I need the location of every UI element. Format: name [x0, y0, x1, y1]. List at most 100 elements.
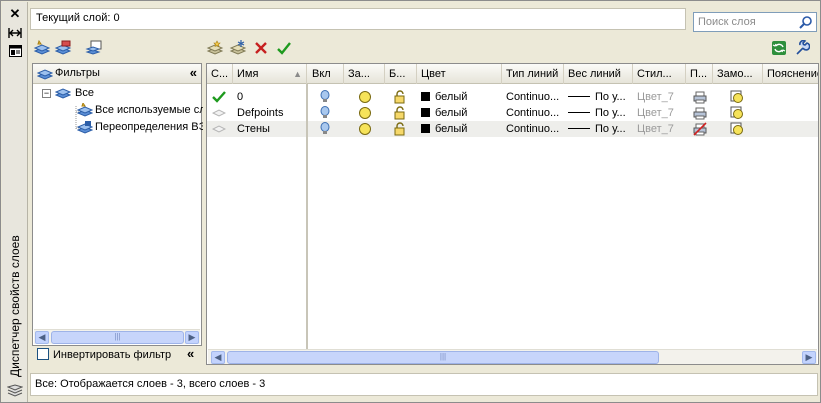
unlock-icon[interactable]	[393, 105, 409, 121]
tree-expander-icon[interactable]: −	[42, 89, 51, 98]
filter-tree-header: Фильтры «	[33, 64, 201, 84]
layer-linetype[interactable]: Continuo...	[506, 121, 562, 137]
scroll-left-icon[interactable]: ◀	[35, 331, 49, 344]
layer-name[interactable]: 0	[237, 89, 305, 105]
collapse-filter-panel-icon[interactable]: «	[187, 346, 194, 361]
layer-plot-style[interactable]: Цвет_7	[637, 89, 685, 105]
tree-item-label: Все используемые сл	[95, 104, 203, 116]
col-status[interactable]: С...	[207, 64, 233, 84]
col-name[interactable]: Имя ▲	[233, 64, 307, 84]
plot-icon[interactable]	[693, 89, 709, 105]
auto-hide-icon[interactable]	[7, 26, 23, 40]
new-group-filter-icon	[54, 40, 72, 55]
unlock-icon[interactable]	[393, 89, 409, 105]
filter-tree[interactable]: Фильтры « − Все Все используемые сл Пере…	[32, 63, 203, 346]
collapse-filter-tree-icon[interactable]: «	[190, 65, 197, 80]
layer-color[interactable]: белый	[421, 121, 501, 137]
table-row[interactable]: Defpoints белый Continuo... По у... Цвет_7	[207, 105, 818, 121]
settings-icon	[796, 40, 810, 55]
col-plot[interactable]: П...	[686, 64, 713, 84]
tree-item-all[interactable]: Все	[55, 85, 105, 101]
settings-button[interactable]	[792, 38, 812, 58]
scroll-right-icon[interactable]: ▶	[185, 331, 199, 344]
color-name: белый	[435, 91, 468, 103]
vp-freeze-icon[interactable]	[730, 89, 746, 105]
filter-tree-hscroll[interactable]: ◀ ||| ▶	[34, 329, 200, 344]
new-group-filter-button[interactable]	[53, 38, 73, 58]
layer-lineweight[interactable]: По у...	[568, 121, 632, 137]
vp-freeze-icon[interactable]	[730, 105, 746, 121]
lineweight-value: По у...	[595, 123, 626, 135]
vp-freeze-icon[interactable]	[730, 121, 746, 137]
refresh-icon	[772, 41, 786, 55]
grid-hscroll[interactable]: ◀ ||| ▶	[208, 349, 817, 364]
new-layer-icon	[206, 40, 224, 55]
layer-plot-style[interactable]: Цвет_7	[637, 121, 685, 137]
set-current-button[interactable]	[274, 38, 294, 58]
no-plot-icon[interactable]	[693, 121, 709, 137]
tree-item-all-used[interactable]: Все используемые сл	[77, 102, 203, 118]
new-layer-button[interactable]	[205, 38, 225, 58]
scroll-thumb[interactable]: |||	[227, 351, 659, 364]
col-linetype[interactable]: Тип линий	[502, 64, 564, 84]
sort-ascending-icon: ▲	[293, 69, 302, 79]
scroll-right-icon[interactable]: ▶	[802, 351, 816, 364]
on-lightbulb-icon[interactable]	[320, 121, 334, 137]
checkbox-box[interactable]	[37, 348, 49, 360]
lineweight-value: По у...	[595, 91, 626, 103]
color-name: белый	[435, 107, 468, 119]
scroll-left-icon[interactable]: ◀	[211, 351, 225, 364]
col-name-label: Имя	[237, 68, 259, 80]
close-icon[interactable]: ✕	[7, 6, 23, 20]
col-vp-freeze[interactable]: Замо...	[713, 64, 763, 84]
scroll-thumb[interactable]: |||	[51, 331, 184, 344]
layer-linetype[interactable]: Continuo...	[506, 89, 562, 105]
col-plot-style[interactable]: Стил...	[633, 64, 686, 84]
layer-color[interactable]: белый	[421, 105, 501, 121]
col-color[interactable]: Цвет	[417, 64, 502, 84]
table-row[interactable]: Стены белый Continuo... По у... Цвет_7	[207, 121, 818, 137]
layer-status-icon	[212, 105, 230, 121]
col-description[interactable]: Пояснение	[763, 64, 818, 84]
col-on[interactable]: Вкл	[308, 64, 344, 84]
layers-grid[interactable]: С... Имя ▲ Вкл За... Б... Цвет Тип линий …	[206, 63, 819, 365]
invert-filter-checkbox[interactable]: Инвертировать фильтр	[37, 348, 171, 364]
layer-lineweight[interactable]: По у...	[568, 105, 632, 121]
new-property-filter-icon	[33, 40, 51, 55]
properties-icon[interactable]	[7, 44, 23, 58]
new-layer-vp-frozen-icon	[229, 40, 247, 55]
new-layer-vp-frozen-button[interactable]	[228, 38, 248, 58]
search-icon[interactable]	[799, 15, 813, 29]
freeze-sun-icon[interactable]	[358, 89, 374, 105]
freeze-sun-icon[interactable]	[358, 105, 374, 121]
table-row[interactable]: 0 белый Continuo... По у... Цвет_7	[207, 89, 818, 105]
search-placeholder: Поиск слоя	[698, 16, 756, 28]
layer-name[interactable]: Стены	[237, 121, 305, 137]
lineweight-sample	[568, 96, 590, 97]
layer-linetype[interactable]: Continuo...	[506, 105, 562, 121]
lineweight-sample	[568, 128, 590, 129]
on-lightbulb-icon[interactable]	[320, 105, 334, 121]
invert-filter-label: Инвертировать фильтр	[53, 349, 172, 361]
layer-name[interactable]: Defpoints	[237, 105, 305, 121]
layer-color[interactable]: белый	[421, 89, 501, 105]
col-freeze[interactable]: За...	[344, 64, 385, 84]
layer-states-manager-button[interactable]	[84, 38, 104, 58]
layers-icon	[7, 384, 23, 397]
layer-plot-style[interactable]: Цвет_7	[637, 105, 685, 121]
color-name: белый	[435, 123, 468, 135]
tree-item-label: Переопределения ВЭ	[95, 121, 203, 133]
plot-icon[interactable]	[693, 105, 709, 121]
on-lightbulb-icon[interactable]	[320, 89, 334, 105]
delete-layer-button[interactable]	[251, 38, 271, 58]
col-lineweight[interactable]: Вес линий	[564, 64, 633, 84]
unlock-icon[interactable]	[393, 121, 409, 137]
layer-lineweight[interactable]: По у...	[568, 89, 632, 105]
tree-item-overrides[interactable]: Переопределения ВЭ	[77, 119, 203, 135]
new-property-filter-button[interactable]	[32, 38, 52, 58]
search-input[interactable]: Поиск слоя	[693, 12, 817, 32]
refresh-button[interactable]	[769, 38, 789, 58]
freeze-sun-icon[interactable]	[358, 121, 374, 137]
palette-title: Диспетчер свойств слоев	[8, 235, 22, 377]
col-lock[interactable]: Б...	[385, 64, 417, 84]
